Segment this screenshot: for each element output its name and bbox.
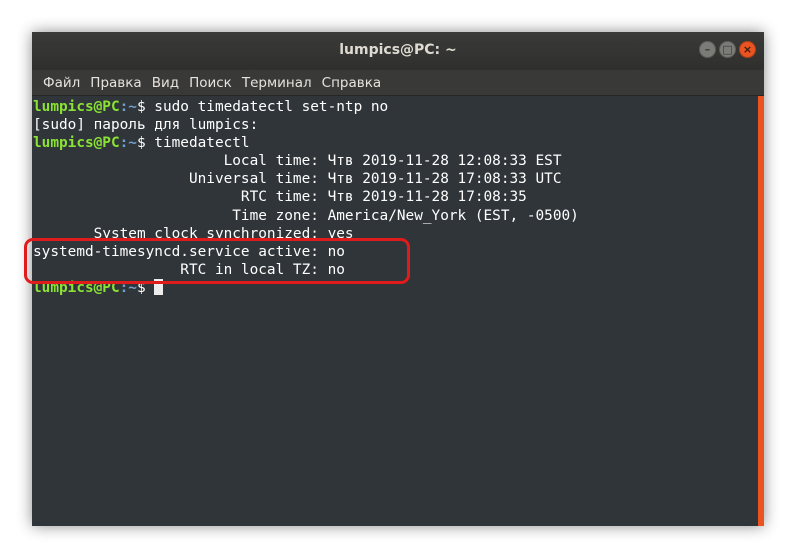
menu-edit[interactable]: Правка <box>85 70 146 96</box>
output-rtc-time: RTC time: Чтв 2019-11-28 17:08:35 <box>33 189 527 206</box>
highlight-annotation <box>24 238 410 284</box>
output-universal-time: Universal time: Чтв 2019-11-28 17:08:33 … <box>33 171 562 188</box>
terminal-output[interactable]: lumpics@PC:~$ sudo timedatectl set-ntp n… <box>32 96 758 526</box>
close-button[interactable]: × <box>739 41 756 58</box>
menu-search[interactable]: Поиск <box>184 70 237 96</box>
output-time-zone: Time zone: America/New_York (EST, -0500) <box>33 207 579 224</box>
window-title: lumpics@PC: ~ <box>339 42 457 58</box>
prompt-path: :~ <box>119 135 137 152</box>
output-local-time: Local time: Чтв 2019-11-28 12:08:33 EST <box>33 153 562 170</box>
menu-bar: Файл Правка Вид Поиск Терминал Справка <box>32 70 764 96</box>
menu-file[interactable]: Файл <box>38 70 85 96</box>
title-bar[interactable]: lumpics@PC: ~ – □ × <box>32 32 764 70</box>
command-text: timedatectl <box>154 135 250 152</box>
menu-terminal[interactable]: Терминал <box>237 70 317 96</box>
window-controls: – □ × <box>699 41 756 58</box>
minimize-button[interactable]: – <box>699 41 716 58</box>
scrollbar[interactable] <box>758 96 764 526</box>
prompt-user-host: lumpics@PC <box>33 99 120 115</box>
command-line-1: lumpics@PC:~$ sudo timedatectl set-ntp n… <box>33 98 758 116</box>
prompt-symbol: $ <box>136 135 155 152</box>
prompt-user-host: lumpics@PC <box>33 135 120 152</box>
prompt-path: :~ <box>119 99 137 115</box>
menu-view[interactable]: Вид <box>147 70 184 96</box>
prompt-symbol: $ <box>136 99 155 115</box>
maximize-button[interactable]: □ <box>719 41 736 58</box>
command-text: sudo timedatectl set-ntp no <box>154 99 389 115</box>
command-line-2: lumpics@PC:~$ timedatectl <box>33 134 758 152</box>
sudo-password-prompt: [sudo] пароль для lumpics: <box>33 117 259 134</box>
menu-help[interactable]: Справка <box>317 70 386 96</box>
